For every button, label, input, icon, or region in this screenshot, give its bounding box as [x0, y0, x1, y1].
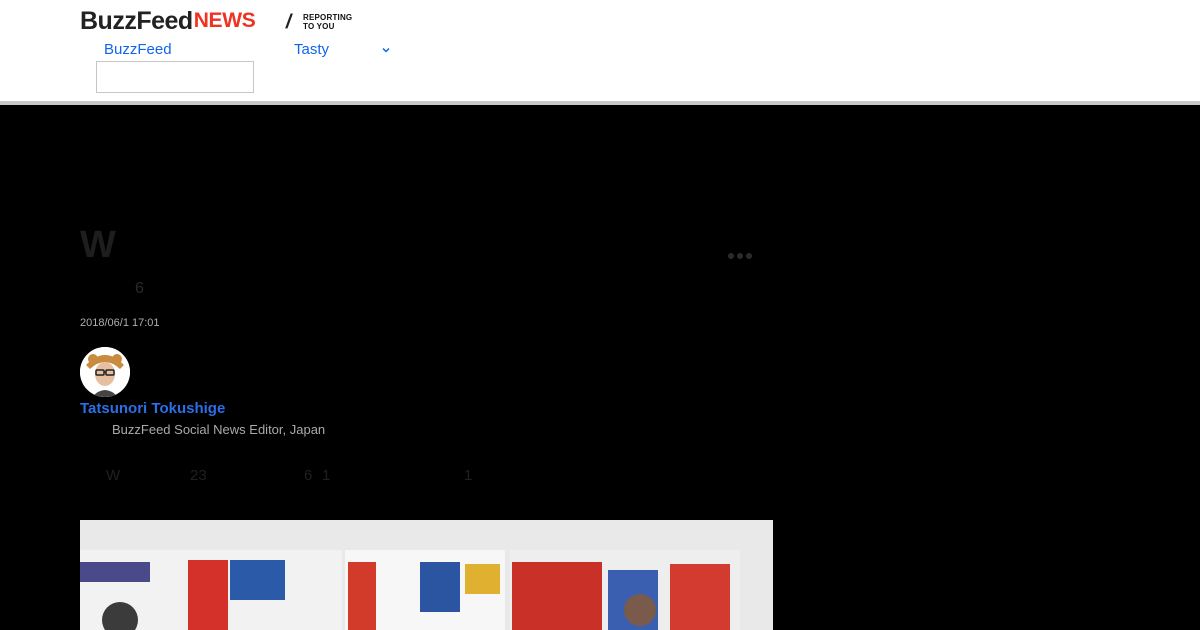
article-photo-newspapers: [80, 520, 773, 630]
logo-slash: /: [284, 11, 294, 33]
lede-fragment: 1: [464, 467, 473, 484]
lede-fragment: W: [106, 467, 121, 484]
publish-timestamp: 2018/06/1 17:01: [80, 317, 160, 329]
site-header: BuzzFeed NEWS / REPORTING TO YOU BuzzFee…: [0, 0, 1200, 101]
more-options-icon[interactable]: [728, 253, 752, 259]
subtitle-text: 6: [135, 280, 144, 297]
logo-tagline: REPORTING TO YOU: [303, 13, 352, 31]
article-lede: W 23 6 1 1: [80, 467, 500, 487]
lede-fragment: 1: [322, 467, 331, 484]
header-divider: [0, 101, 1200, 105]
nav-link-tasty[interactable]: Tasty: [294, 41, 329, 58]
nav-link-buzzfeed[interactable]: BuzzFeed: [104, 41, 172, 58]
logo-news-wordmark: NEWS: [193, 9, 256, 32]
author-name-link[interactable]: Tatsunori Tokushige: [80, 400, 225, 417]
author-role: BuzzFeed Social News Editor, Japan: [112, 422, 326, 437]
lede-fragment: 6: [304, 467, 313, 484]
tagline-line-2: TO YOU: [303, 21, 335, 31]
buzzfeed-news-logo[interactable]: BuzzFeed NEWS / REPORTING TO YOU: [80, 7, 352, 35]
logo-wordmark: BuzzFeed: [80, 7, 193, 35]
author-avatar[interactable]: [80, 347, 130, 397]
search-input[interactable]: [96, 61, 254, 93]
lede-fragment: 23: [190, 467, 207, 484]
chevron-down-icon[interactable]: [380, 43, 392, 55]
article-title: W: [80, 224, 116, 266]
